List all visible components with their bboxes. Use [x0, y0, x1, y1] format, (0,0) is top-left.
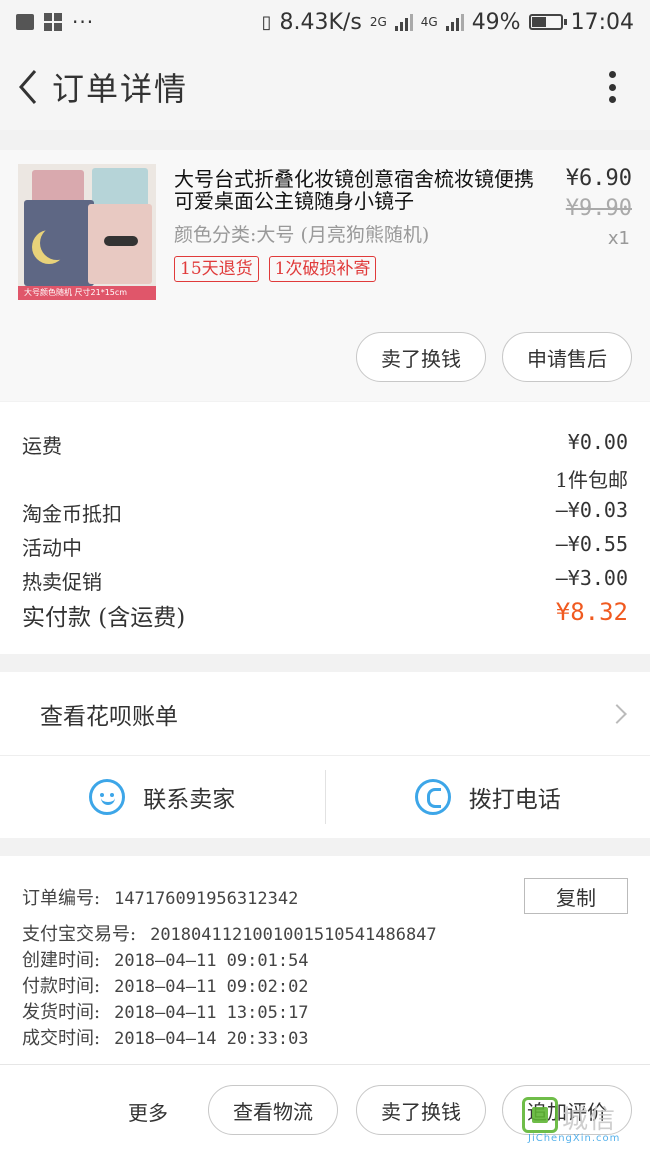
more-button[interactable]: 更多	[128, 1097, 168, 1126]
damage-reissue-tag: 1次破损补寄	[268, 256, 377, 282]
shipping-row: 运费 ¥0.00	[22, 430, 628, 459]
original-price: ¥9.90	[565, 196, 632, 221]
total-row: 实付款 (含运费) ¥8.32	[22, 598, 628, 632]
promo-label: 热卖促销	[22, 570, 102, 594]
promo-value: —¥3.00	[555, 566, 628, 590]
product-image-caption: 大号颜色随机 尺寸21*15cm	[18, 286, 156, 300]
contact-seller-button[interactable]: 联系卖家	[0, 756, 325, 838]
coin-value: —¥0.03	[555, 498, 628, 522]
total-label: 实付款 (含运费)	[22, 605, 186, 631]
done-row: 成交时间: 2018—04—14 20:33:03	[22, 1024, 309, 1050]
created-label: 创建时间:	[22, 950, 101, 971]
vibrate-icon: ▯	[261, 11, 272, 33]
alipay-row: 支付宝交易号: 2018041121001001510541486847	[22, 920, 437, 946]
created-time: 2018—04—11 09:01:54	[114, 951, 309, 971]
done-time: 2018—04—14 20:33:03	[114, 1029, 309, 1049]
shipping-label: 运费	[22, 434, 62, 458]
clock: 17:04	[570, 9, 634, 35]
order-number-row: 订单编号: 147176091956312342	[22, 884, 298, 910]
signal-icon-1	[394, 13, 413, 31]
coin-row: 淘金币抵扣 —¥0.03	[22, 498, 628, 527]
promo-row: 热卖促销 —¥3.00	[22, 566, 628, 595]
status-bar: ··· ▯ 8.43K/s 2G 4G 49% 17:04	[0, 0, 650, 44]
network-type-2: 4G	[420, 15, 438, 29]
watermark-en: JiChengXin.com	[528, 1133, 621, 1144]
product-price: ¥6.90	[565, 166, 632, 191]
apps-notification-icon	[44, 13, 62, 31]
site-watermark: 城信 JiChengXin.com	[522, 1097, 640, 1147]
product-quantity: x1	[607, 228, 630, 249]
activity-label: 活动中	[22, 536, 82, 560]
coin-label: 淘金币抵扣	[22, 502, 122, 526]
order-number-label: 订单编号:	[22, 888, 101, 909]
copy-button[interactable]: 复制	[524, 878, 628, 914]
battery-fill	[531, 17, 547, 27]
alipay-label: 支付宝交易号:	[22, 924, 137, 945]
contact-seller-label: 联系卖家	[143, 787, 236, 813]
product-sku: 颜色分类:大号 (月亮狗熊随机)	[174, 224, 430, 246]
fee-summary: 运费 ¥0.00 1件包邮 淘金币抵扣 —¥0.03 活动中 —¥0.55 热卖…	[0, 402, 650, 654]
call-phone-label: 拨打电话	[468, 787, 561, 813]
nav-bar: 订单详情	[0, 44, 650, 130]
created-row: 创建时间: 2018—04—11 09:01:54	[22, 946, 309, 972]
battery-percent: 49%	[471, 9, 521, 35]
call-phone-button[interactable]: 拨打电话	[326, 756, 650, 838]
shipping-note: 1件包邮	[555, 468, 628, 492]
activity-value: —¥0.55	[555, 532, 628, 556]
huabei-bill-row[interactable]: 查看花呗账单	[0, 672, 650, 756]
battery-icon	[528, 14, 567, 30]
logistics-button[interactable]: 查看物流	[208, 1085, 338, 1135]
image-notification-icon	[16, 14, 34, 30]
sell-button[interactable]: 卖了换钱	[356, 332, 486, 382]
back-arrow-icon[interactable]	[8, 67, 48, 107]
shipped-row: 发货时间: 2018—04—11 13:05:17	[22, 998, 309, 1024]
paid-time: 2018—04—11 09:02:02	[114, 977, 309, 997]
alipay-number: 2018041121001001510541486847	[150, 925, 437, 945]
network-type-1: 2G	[369, 15, 387, 29]
shipping-value: ¥0.00	[567, 430, 628, 454]
product-image[interactable]: 大号颜色随机 尺寸21*15cm	[18, 164, 156, 300]
more-notifications-icon: ···	[72, 10, 95, 34]
shipped-time: 2018—04—11 13:05:17	[114, 1003, 309, 1023]
more-options-icon[interactable]	[602, 67, 622, 107]
watermark-logo-icon	[522, 1097, 558, 1133]
huabei-label: 查看花呗账单	[40, 703, 178, 730]
bottom-sell-button[interactable]: 卖了换钱	[356, 1085, 486, 1135]
phone-icon	[414, 779, 451, 815]
total-value: ¥8.32	[555, 598, 628, 626]
paid-label: 付款时间:	[22, 976, 101, 997]
done-label: 成交时间:	[22, 1028, 101, 1049]
watermark-cn: 城信	[562, 1105, 617, 1135]
order-number: 147176091956312342	[114, 889, 299, 909]
chevron-right-icon	[607, 703, 627, 724]
order-info: 订单编号: 147176091956312342 复制 支付宝交易号: 201804…	[0, 856, 650, 1064]
return-tag: 15天退货	[174, 256, 259, 282]
network-speed: 8.43K/s	[279, 9, 362, 35]
aftersale-button[interactable]: 申请售后	[502, 332, 632, 382]
chat-face-icon	[89, 779, 126, 815]
activity-row: 活动中 —¥0.55	[22, 532, 628, 561]
service-tags: 15天退货 1次破损补寄	[174, 256, 377, 282]
signal-icon-2	[445, 13, 464, 31]
page-title: 订单详情	[52, 70, 189, 108]
product-title[interactable]: 大号台式折叠化妆镜创意宿舍梳妆镜便携可爱桌面公主镜随身小镜子	[174, 168, 546, 212]
shipped-label: 发货时间:	[22, 1002, 101, 1023]
contact-bar: 联系卖家 拨打电话	[0, 756, 650, 838]
paid-row: 付款时间: 2018—04—11 09:02:02	[22, 972, 309, 998]
